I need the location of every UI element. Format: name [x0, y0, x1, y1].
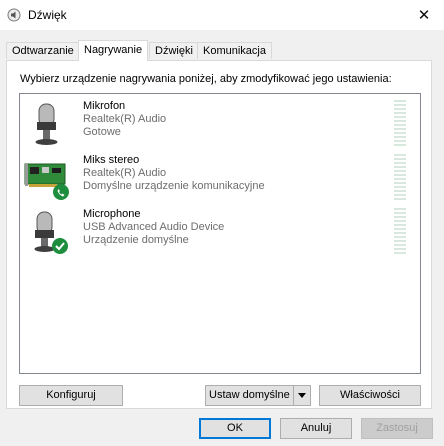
device-name: Microphone: [83, 208, 141, 220]
level-meter: [394, 100, 406, 150]
list-item[interactable]: Mikrofon Realtek(R) Audio Gotowe: [20, 100, 420, 150]
device-status: Domyślne urządzenie komunikacyjne: [83, 180, 265, 192]
microphone-icon: [34, 211, 68, 254]
cancel-button[interactable]: Anuluj: [280, 418, 352, 439]
device-driver: Realtek(R) Audio: [83, 167, 167, 179]
list-item[interactable]: Miks stereo Realtek(R) Audio Domyślne ur…: [20, 154, 420, 204]
ok-button[interactable]: OK: [199, 418, 271, 439]
recording-panel: Wybierz urządzenie nagrywania poniżej, a…: [6, 60, 432, 409]
window-title: Dźwięk: [28, 8, 67, 22]
device-driver: USB Advanced Audio Device: [83, 221, 225, 233]
device-name: Miks stereo: [83, 154, 140, 166]
configure-button[interactable]: Konfiguruj: [19, 385, 123, 406]
instruction-text: Wybierz urządzenie nagrywania poniżej, a…: [20, 73, 392, 85]
close-button[interactable]: ✕: [404, 0, 444, 30]
properties-button[interactable]: Właściwości: [319, 385, 421, 406]
set-default-label: Ustaw domyślne: [209, 389, 290, 401]
tab-sounds[interactable]: Dźwięki: [149, 42, 199, 59]
microphone-icon: [35, 103, 58, 145]
set-default-button[interactable]: Ustaw domyślne: [205, 385, 311, 406]
level-meter: [394, 154, 406, 204]
close-icon: ✕: [417, 7, 431, 24]
device-name: Mikrofon: [83, 100, 126, 112]
device-list[interactable]: Mikrofon Realtek(R) Audio Gotowe Miks st…: [19, 93, 421, 374]
apply-button[interactable]: Zastosuj: [361, 418, 433, 439]
speaker-icon: [7, 8, 21, 22]
set-default-dropdown[interactable]: [293, 386, 310, 405]
tab-playback[interactable]: Odtwarzanie: [6, 42, 80, 59]
title-bar: Dźwięk ✕: [0, 0, 444, 30]
list-item[interactable]: Microphone USB Advanced Audio Device Urz…: [20, 208, 420, 258]
level-meter: [394, 208, 406, 258]
device-status: Gotowe: [83, 126, 121, 138]
device-status: Urządzenie domyślne: [83, 234, 189, 246]
device-driver: Realtek(R) Audio: [83, 113, 167, 125]
tab-communications[interactable]: Komunikacja: [197, 42, 272, 59]
chevron-down-icon: [298, 393, 306, 398]
tab-recording[interactable]: Nagrywanie: [78, 40, 149, 61]
sound-card-icon: [24, 163, 69, 200]
